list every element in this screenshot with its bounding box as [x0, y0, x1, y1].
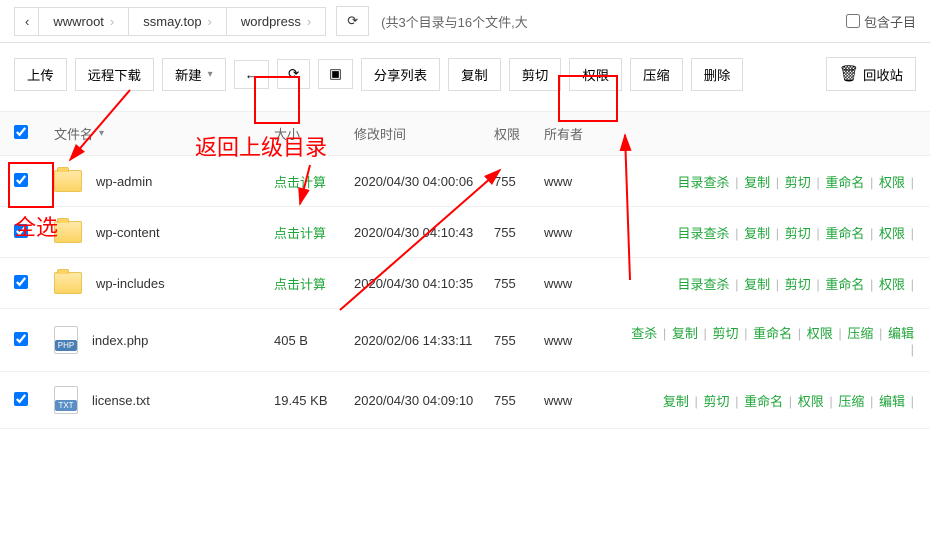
compress-button[interactable]: 压缩 [630, 58, 683, 91]
row-action[interactable]: 目录查杀 [677, 277, 729, 292]
file-icon: TXT [54, 386, 78, 414]
table-row[interactable]: PHPindex.php 405 B 2020/02/06 14:33:11 7… [0, 309, 930, 372]
file-icon: PHP [54, 326, 78, 354]
table-header: 文件名▾ 大小 修改时间 权限 所有者 [0, 111, 930, 156]
row-checkbox[interactable] [14, 332, 28, 346]
table-row[interactable]: wp-admin 点击计算 2020/04/30 04:00:06 755 ww… [0, 156, 930, 207]
arrow-left-icon: ← [245, 67, 258, 82]
sort-caret-icon: ▾ [99, 128, 104, 139]
column-filename[interactable]: 文件名▾ [54, 124, 274, 143]
share-list-button[interactable]: 分享列表 [361, 58, 440, 91]
row-action[interactable]: 剪切 [703, 394, 729, 409]
nav-back-button[interactable]: ‹ [14, 7, 39, 36]
caret-down-icon: ▾ [208, 69, 213, 80]
row-action[interactable]: 编辑 [879, 394, 905, 409]
row-action[interactable]: 权限 [879, 226, 905, 241]
table-row[interactable]: wp-includes 点击计算 2020/04/30 04:10:35 755… [0, 258, 930, 309]
row-checkbox[interactable] [14, 275, 28, 289]
column-owner: 所有者 [544, 124, 624, 143]
row-action[interactable]: 重命名 [825, 226, 864, 241]
filename[interactable]: wp-includes [96, 276, 165, 291]
breadcrumb: wwwroot›ssmay.top›wordpress› [39, 7, 326, 36]
row-action[interactable]: 重命名 [825, 175, 864, 190]
terminal-icon: ▣ [329, 66, 342, 82]
row-action[interactable]: 权限 [798, 394, 824, 409]
breadcrumb-item[interactable]: ssmay.top› [128, 7, 227, 36]
trash-icon: 🗑 [839, 64, 859, 84]
calculate-size-link[interactable]: 点击计算 [274, 277, 326, 292]
toolbar-refresh-button[interactable]: ⟳ [277, 59, 310, 89]
directory-summary: (共3个目录与16个文件,大 [381, 12, 528, 31]
folder-icon [54, 170, 82, 192]
copy-button[interactable]: 复制 [448, 58, 501, 91]
row-action[interactable]: 权限 [879, 277, 905, 292]
row-action[interactable]: 重命名 [753, 326, 792, 341]
filename[interactable]: wp-content [96, 225, 160, 240]
breadcrumb-item[interactable]: wordpress› [226, 7, 326, 36]
chevron-right-icon: › [208, 14, 212, 29]
row-action[interactable]: 剪切 [785, 226, 811, 241]
chevron-right-icon: › [110, 14, 114, 29]
breadcrumb-bar: ‹ wwwroot›ssmay.top›wordpress› ⟳ (共3个目录与… [0, 0, 930, 43]
filename[interactable]: index.php [92, 333, 148, 348]
row-action[interactable]: 复制 [744, 277, 770, 292]
filename[interactable]: wp-admin [96, 174, 152, 189]
row-action[interactable]: 剪切 [785, 175, 811, 190]
refresh-button[interactable]: ⟳ [336, 6, 369, 36]
table-row[interactable]: wp-content 点击计算 2020/04/30 04:10:43 755 … [0, 207, 930, 258]
row-checkbox[interactable] [14, 224, 28, 238]
column-size[interactable]: 大小 [274, 124, 354, 143]
row-action[interactable]: 查杀 [631, 326, 657, 341]
new-button[interactable]: 新建▾ [162, 58, 226, 91]
calculate-size-link[interactable]: 点击计算 [274, 226, 326, 241]
row-action[interactable]: 复制 [744, 175, 770, 190]
row-action[interactable]: 目录查杀 [677, 226, 729, 241]
row-action[interactable]: 压缩 [847, 326, 873, 341]
include-subdir-toggle[interactable]: 包含子目 [846, 12, 916, 31]
row-action[interactable]: 权限 [807, 326, 833, 341]
chevron-right-icon: › [307, 14, 311, 29]
row-action[interactable]: 编辑 [888, 326, 914, 341]
permission-button[interactable]: 权限 [569, 58, 622, 91]
row-action[interactable]: 压缩 [838, 394, 864, 409]
row-action[interactable]: 重命名 [744, 394, 783, 409]
filename[interactable]: license.txt [92, 393, 150, 408]
row-action[interactable]: 剪切 [785, 277, 811, 292]
refresh-icon: ⟳ [288, 66, 299, 82]
folder-icon [54, 272, 82, 294]
toolbar-back-button[interactable]: ← [234, 60, 269, 89]
upload-button[interactable]: 上传 [14, 58, 67, 91]
refresh-icon: ⟳ [347, 13, 358, 28]
cut-button[interactable]: 剪切 [509, 58, 562, 91]
folder-icon [54, 221, 82, 243]
row-action[interactable]: 复制 [744, 226, 770, 241]
chevron-left-icon: ‹ [25, 14, 29, 29]
file-table-body: wp-admin 点击计算 2020/04/30 04:00:06 755 ww… [0, 156, 930, 429]
row-action[interactable]: 目录查杀 [677, 175, 729, 190]
row-checkbox[interactable] [14, 173, 28, 187]
toolbar-terminal-button[interactable]: ▣ [318, 59, 353, 89]
remote-download-button[interactable]: 远程下载 [75, 58, 154, 91]
row-action[interactable]: 复制 [672, 326, 698, 341]
select-all-checkbox[interactable] [14, 125, 28, 139]
column-perm: 权限 [494, 124, 544, 143]
delete-button[interactable]: 删除 [691, 58, 744, 91]
include-subdir-checkbox[interactable] [846, 14, 860, 28]
row-action[interactable]: 权限 [879, 175, 905, 190]
row-action[interactable]: 剪切 [712, 326, 738, 341]
breadcrumb-item[interactable]: wwwroot› [38, 7, 129, 36]
row-action[interactable]: 重命名 [825, 277, 864, 292]
row-action[interactable]: 复制 [663, 394, 689, 409]
row-checkbox[interactable] [14, 392, 28, 406]
recycle-bin-button[interactable]: 🗑回收站 [826, 57, 916, 91]
calculate-size-link[interactable]: 点击计算 [274, 175, 326, 190]
column-mtime[interactable]: 修改时间 [354, 124, 494, 143]
toolbar: 上传 远程下载 新建▾ ← ⟳ ▣ 分享列表 复制 剪切 权限 压缩 删除 🗑回… [0, 43, 930, 111]
table-row[interactable]: TXTlicense.txt 19.45 KB 2020/04/30 04:09… [0, 372, 930, 429]
